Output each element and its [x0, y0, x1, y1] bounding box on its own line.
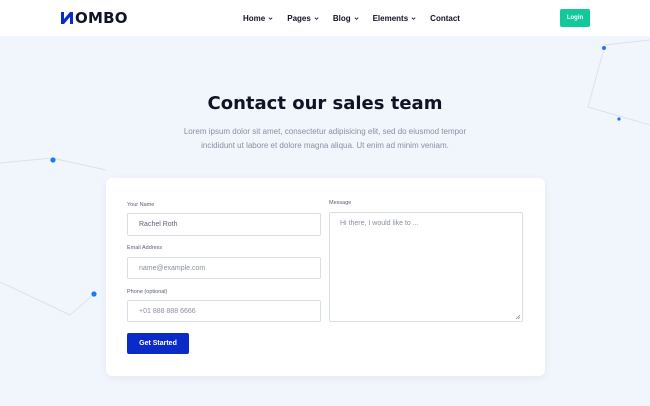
resize-grip-icon[interactable] — [515, 314, 521, 320]
nav-item-home[interactable]: Home — [243, 14, 273, 23]
phone-label: Phone (optional) — [127, 289, 168, 295]
nav-label: Home — [243, 13, 266, 23]
chevron-down-icon — [314, 16, 319, 20]
nav-label: Contact — [430, 13, 460, 23]
decor-dot — [50, 157, 56, 163]
login-button[interactable]: Login — [560, 9, 590, 27]
nav-label: Pages — [287, 13, 311, 23]
logo-text: OMBO — [75, 9, 128, 27]
decor-dot — [617, 117, 621, 121]
name-field[interactable]: Rachel Roth — [127, 213, 321, 236]
email-field[interactable]: name@example.com — [127, 257, 321, 279]
email-label: Email Address — [127, 245, 163, 251]
decor-dot — [602, 46, 606, 50]
chevron-down-icon — [268, 16, 273, 20]
get-started-button[interactable]: Get Started — [127, 333, 189, 354]
logo-mark-icon — [61, 12, 73, 24]
nav-item-elements[interactable]: Elements — [373, 14, 417, 23]
nav-item-pages[interactable]: Pages — [287, 14, 319, 23]
main-nav: Home Pages Blog Elements Contact — [243, 0, 474, 36]
name-label: Your Name — [127, 202, 155, 208]
message-placeholder: Hi there, I would like to ... — [340, 220, 419, 227]
page-title: Contact our sales team — [207, 93, 443, 114]
message-label: Message — [329, 200, 352, 206]
nav-item-contact[interactable]: Contact — [430, 14, 460, 23]
contact-form-card: Your Name Rachel Roth Email Address name… — [106, 178, 545, 376]
nav-label: Elements — [372, 13, 409, 23]
brand-logo[interactable]: OMBO — [60, 9, 128, 27]
chevron-down-icon — [354, 16, 359, 20]
message-textarea[interactable]: Hi there, I would like to ... — [329, 212, 523, 322]
page-subtitle: Lorem ipsum dolor sit amet, consectetur … — [183, 127, 467, 150]
site-header: OMBO Home Pages Blog Elements Contact Lo… — [0, 0, 650, 36]
chevron-down-icon — [411, 16, 416, 20]
nav-label: Blog — [332, 13, 351, 23]
nav-item-blog[interactable]: Blog — [333, 14, 359, 23]
phone-field[interactable]: +01 888 888 6666 — [127, 300, 321, 322]
decor-dot — [91, 291, 97, 297]
